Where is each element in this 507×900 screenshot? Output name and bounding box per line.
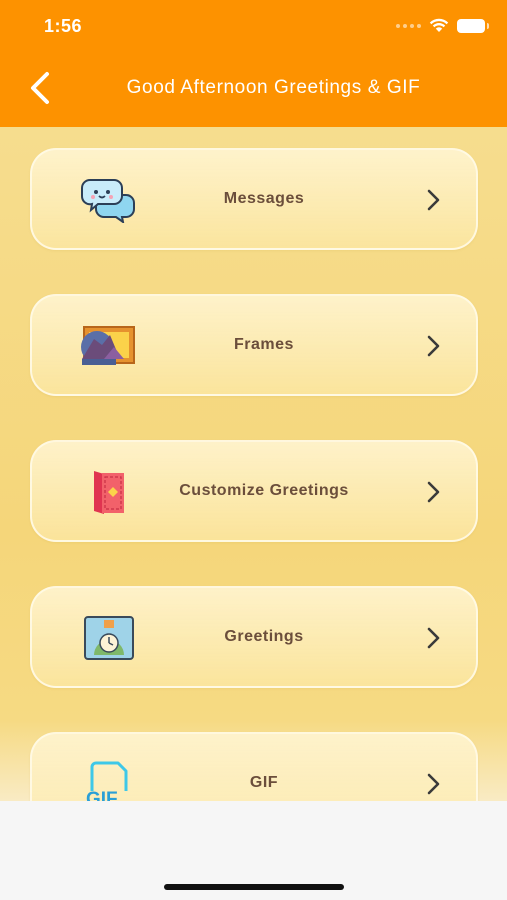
chat-bubbles-icon (81, 179, 135, 223)
gif-icon: GIF (86, 761, 128, 801)
clock-picture-icon (84, 616, 134, 660)
chevron-right-icon (427, 189, 440, 211)
menu-list: Messages Frames Customize Greetings Gree… (0, 127, 507, 801)
menu-item-label: Messages (223, 190, 305, 207)
menu-item-customize-greetings[interactable]: Customize Greetings (30, 440, 478, 542)
battery-icon (457, 18, 489, 33)
chevron-left-icon (31, 72, 49, 104)
menu-item-label: GIF (249, 774, 279, 791)
landscape-frame-icon (81, 326, 135, 365)
app-header: 1:56 Good Afternoon Greetings & GIF (0, 0, 507, 127)
menu-item-frames[interactable]: Frames (30, 294, 478, 396)
greeting-card-icon (94, 471, 124, 514)
back-button[interactable] (22, 70, 58, 106)
home-indicator[interactable] (164, 884, 344, 890)
status-time: 1:56 (44, 16, 83, 36)
chevron-right-icon (427, 481, 440, 503)
menu-item-greetings[interactable]: Greetings (30, 586, 478, 688)
menu-item-label: Frames (234, 336, 294, 353)
menu-item-label: Greetings (224, 628, 304, 645)
gif-icon-text: GIF (86, 789, 118, 801)
chevron-right-icon (427, 627, 440, 649)
chevron-right-icon (427, 335, 440, 357)
menu-item-gif[interactable]: GIF GIF (30, 732, 478, 801)
chevron-right-icon (427, 773, 440, 795)
menu-item-label: Customize Greetings (179, 482, 349, 499)
status-icons (396, 18, 489, 33)
cellular-signal-icon (396, 23, 421, 28)
menu-item-messages[interactable]: Messages (30, 148, 478, 250)
wifi-icon (429, 18, 449, 32)
page-title: Good Afternoon Greetings & GIF (126, 77, 421, 98)
